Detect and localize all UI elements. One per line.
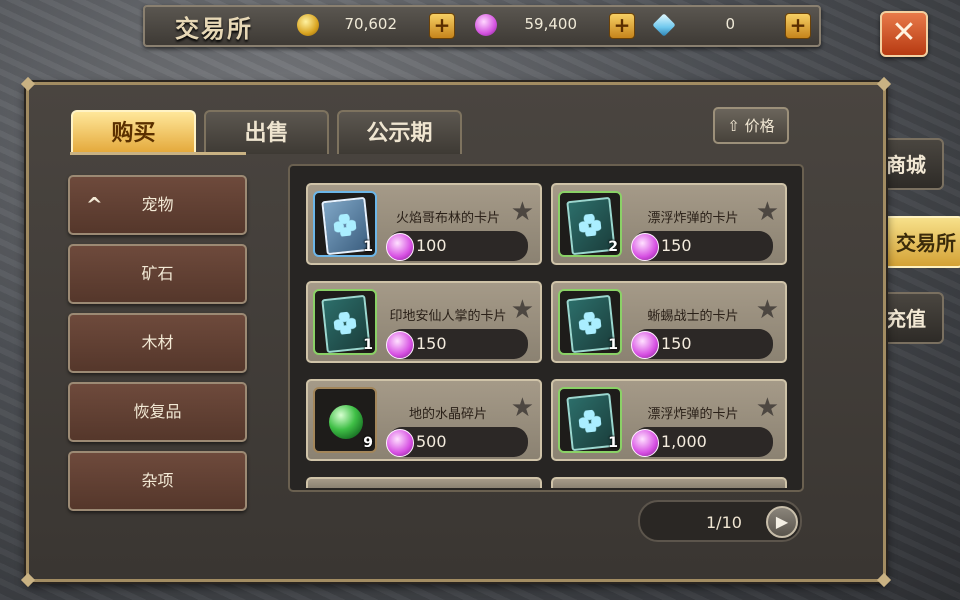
item-thumbnail: 2 <box>558 191 622 257</box>
purple-gem-icon <box>631 233 659 261</box>
close-icon: ✕ <box>891 15 917 50</box>
add-gold-button[interactable]: + <box>429 13 455 39</box>
sort-price-label: 价格 <box>744 117 775 135</box>
tab-notice-period[interactable]: 公示期 <box>337 110 462 154</box>
favorite-star-icon[interactable]: ★ <box>511 297 534 323</box>
page-indicator: 1/10 <box>706 513 742 532</box>
list-item[interactable]: 2 漂浮炸弹的卡片 ★ 150 <box>551 183 787 265</box>
item-price: 150 <box>416 334 447 353</box>
side-tab-recharge-label: 充值 <box>886 307 926 331</box>
pagination: 1/10 ▶ <box>638 500 802 542</box>
purple-gem-icon <box>386 331 414 359</box>
purple-gem-icon <box>386 233 414 261</box>
list-item[interactable]: 1 火焰哥布林的卡片 ★ 100 <box>306 183 542 265</box>
item-thumbnail: 9 <box>313 387 377 453</box>
purple-gem-icon <box>631 429 659 457</box>
item-thumbnail: 1 <box>313 289 377 355</box>
side-tab-shop-label: 商城 <box>886 153 926 177</box>
list-item[interactable]: 9 地的水晶碎片 ★ 500 <box>306 379 542 461</box>
item-price: 100 <box>416 236 447 255</box>
category-label: 宠物 <box>141 195 174 214</box>
list-item[interactable]: 1 印地安仙人掌的卡片 ★ 150 <box>306 281 542 363</box>
close-button[interactable]: ✕ <box>880 11 928 57</box>
tab-sell[interactable]: 出售 <box>204 110 329 154</box>
category-label: 矿石 <box>141 264 174 283</box>
side-tab-recharge[interactable]: 充值 <box>876 292 944 344</box>
price-bar: 1,000 <box>631 427 773 457</box>
item-price: 150 <box>661 334 692 353</box>
gem-amount: 59,400 <box>524 15 578 33</box>
side-tab-shop[interactable]: 商城 <box>876 138 944 190</box>
category-label: 木材 <box>141 333 174 352</box>
item-price: 1,000 <box>661 432 707 451</box>
item-thumbnail: 1 <box>313 191 377 257</box>
item-thumbnail: 1 <box>558 387 622 453</box>
item-quantity: 2 <box>608 239 618 255</box>
list-item[interactable] <box>306 477 542 488</box>
item-quantity: 1 <box>363 337 373 353</box>
item-price: 150 <box>661 236 692 255</box>
favorite-star-icon[interactable]: ★ <box>756 297 779 323</box>
page-title: 交易所 <box>175 15 253 43</box>
green-orb-icon <box>329 405 363 439</box>
price-bar: 500 <box>386 427 528 457</box>
purple-gem-icon <box>386 429 414 457</box>
item-name: 印地安仙人掌的卡片 <box>389 309 507 324</box>
price-bar: 150 <box>631 231 773 261</box>
item-name: 火焰哥布林的卡片 <box>395 211 500 226</box>
chevron-up-icon: ^ <box>86 193 103 217</box>
item-price: 500 <box>416 432 447 451</box>
item-quantity: 9 <box>363 435 373 451</box>
category-label: 杂项 <box>141 471 174 490</box>
add-diamond-button[interactable]: + <box>785 13 811 39</box>
top-bar: 交易所 70,602 + 59,400 + 0 + <box>143 5 821 47</box>
item-quantity: 1 <box>608 435 618 451</box>
category-ore[interactable]: 矿石 <box>68 244 247 304</box>
arrow-up-icon: ⇧ <box>727 117 740 135</box>
item-name: 蜥蜴战士的卡片 <box>647 309 739 324</box>
purple-gem-icon <box>631 331 659 359</box>
tab-buy[interactable]: 购买 <box>71 110 196 154</box>
price-bar: 100 <box>386 231 528 261</box>
price-bar: 150 <box>386 329 528 359</box>
favorite-star-icon[interactable]: ★ <box>756 199 779 225</box>
item-name: 漂浮炸弹的卡片 <box>647 211 739 226</box>
category-label: 恢复品 <box>133 402 182 421</box>
category-misc[interactable]: 杂项 <box>68 451 247 511</box>
price-bar: 150 <box>631 329 773 359</box>
diamond-amount: 0 <box>725 15 735 33</box>
play-arrow-icon: ▶ <box>775 512 789 531</box>
item-name: 漂浮炸弹的卡片 <box>647 407 739 422</box>
category-recovery[interactable]: 恢复品 <box>68 382 247 442</box>
gold-amount: 70,602 <box>344 15 398 33</box>
list-item[interactable]: 1 蜥蜴战士的卡片 ★ 150 <box>551 281 787 363</box>
next-page-button[interactable]: ▶ <box>766 506 798 538</box>
list-item[interactable] <box>551 477 787 488</box>
category-wood[interactable]: 木材 <box>68 313 247 373</box>
item-quantity: 1 <box>363 239 373 255</box>
item-quantity: 1 <box>608 337 618 353</box>
side-tab-exchange-label: 交易所 <box>896 231 956 255</box>
favorite-star-icon[interactable]: ★ <box>511 199 534 225</box>
list-item[interactable]: 1 漂浮炸弹的卡片 ★ 1,000 <box>551 379 787 461</box>
add-gem-button[interactable]: + <box>609 13 635 39</box>
item-list: 1 火焰哥布林的卡片 ★ 100 2 漂浮炸弹的卡片 ★ 150 1 印地安仙人… <box>288 164 804 492</box>
item-thumbnail: 1 <box>558 289 622 355</box>
favorite-star-icon[interactable]: ★ <box>756 395 779 421</box>
item-name: 地的水晶碎片 <box>408 407 487 422</box>
tab-underline <box>70 152 246 155</box>
sort-price-button[interactable]: ⇧ 价格 <box>713 107 789 144</box>
category-pets[interactable]: ^ 宠物 <box>68 175 247 235</box>
favorite-star-icon[interactable]: ★ <box>511 395 534 421</box>
